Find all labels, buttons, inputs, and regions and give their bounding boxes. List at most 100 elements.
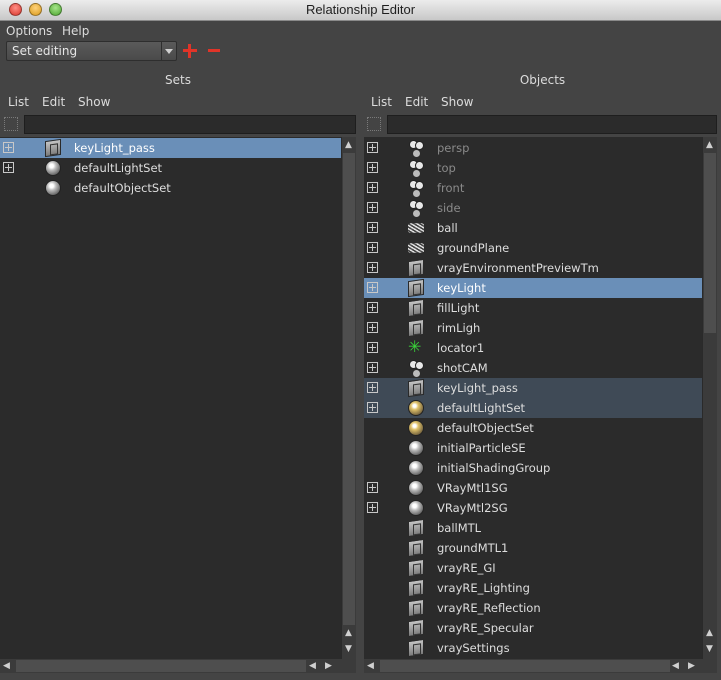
set-row[interactable]: defaultLightSet <box>0 158 341 178</box>
object-row[interactable]: defaultObjectSet <box>364 418 702 438</box>
object-row[interactable]: rimLigh <box>364 318 702 338</box>
scroll-up-icon[interactable]: ▲ <box>342 139 355 151</box>
set-icon <box>408 598 424 618</box>
sets-filter-icon[interactable] <box>4 117 18 131</box>
sphere-icon <box>45 180 61 196</box>
object-label: defaultObjectSet <box>437 421 534 435</box>
expand-icon[interactable] <box>367 502 378 513</box>
expand-icon[interactable] <box>367 402 378 413</box>
remove-set-button[interactable] <box>207 44 221 58</box>
expand-icon[interactable] <box>367 182 378 193</box>
object-row[interactable]: groundMTL1 <box>364 538 702 558</box>
object-row[interactable]: top <box>364 158 702 178</box>
scroll-left-icon[interactable]: ◀ <box>364 660 377 672</box>
object-row[interactable]: side <box>364 198 702 218</box>
object-label: ball <box>437 221 458 235</box>
object-label: front <box>437 181 465 195</box>
set-row[interactable]: keyLight_pass <box>0 138 341 158</box>
objects-menu-list[interactable]: List <box>371 95 392 109</box>
sphere-gold-icon <box>408 420 424 436</box>
sets-scroll-thumb[interactable] <box>343 153 355 625</box>
object-row[interactable]: defaultLightSet <box>364 398 702 418</box>
object-label: vrayRE_GI <box>437 561 496 575</box>
editor-mode-dropdown[interactable]: Set editing <box>6 41 177 61</box>
expand-icon[interactable] <box>367 202 378 213</box>
sphere-icon <box>408 460 424 476</box>
object-row[interactable]: front <box>364 178 702 198</box>
scroll-up-icon[interactable]: ▲ <box>342 627 355 639</box>
objects-list[interactable]: persp top front side ball groundPlane vrayEnvi… <box>364 137 702 659</box>
add-set-button[interactable] <box>183 44 197 58</box>
expand-icon[interactable] <box>3 162 14 173</box>
expand-icon[interactable] <box>367 362 378 373</box>
menu-options[interactable]: Options <box>6 24 52 38</box>
object-row[interactable]: groundPlane <box>364 238 702 258</box>
object-row[interactable]: VRayMtl1SG <box>364 478 702 498</box>
set-label: defaultLightSet <box>74 161 163 175</box>
object-row[interactable]: vrayEnvironmentPreviewTm <box>364 258 702 278</box>
expand-icon[interactable] <box>367 482 378 493</box>
object-row[interactable]: VRayMtl2SG <box>364 498 702 518</box>
expand-icon[interactable] <box>367 302 378 313</box>
scroll-left-icon[interactable]: ◀ <box>0 660 13 672</box>
objects-filter-input[interactable] <box>387 115 717 134</box>
sets-menu-list[interactable]: List <box>8 95 29 109</box>
object-row[interactable]: shotCAM <box>364 358 702 378</box>
expand-icon[interactable] <box>367 322 378 333</box>
scroll-right-icon[interactable]: ▶ <box>322 660 335 672</box>
object-row[interactable]: persp <box>364 138 702 158</box>
sets-list[interactable]: keyLight_pass defaultLightSet defaultObjec… <box>0 137 341 659</box>
camera-icon <box>408 200 424 216</box>
object-row[interactable]: fillLight <box>364 298 702 318</box>
panel-splitter[interactable] <box>356 137 364 673</box>
expand-icon[interactable] <box>367 342 378 353</box>
object-row[interactable]: keyLight_pass <box>364 378 702 398</box>
set-row[interactable]: defaultObjectSet <box>0 178 341 198</box>
scroll-up-icon[interactable]: ▲ <box>703 139 716 151</box>
set-label: defaultObjectSet <box>74 181 171 195</box>
scroll-left-icon[interactable]: ◀ <box>306 660 319 672</box>
objects-horizontal-scrollbar[interactable]: ◀ ◀ ▶ <box>364 659 717 673</box>
scroll-left-icon[interactable]: ◀ <box>669 660 682 672</box>
scroll-down-icon[interactable]: ▼ <box>342 643 355 655</box>
set-icon <box>408 578 424 598</box>
expand-icon[interactable] <box>367 282 378 293</box>
sets-filter-input[interactable] <box>24 115 356 134</box>
object-row[interactable]: keyLight <box>364 278 702 298</box>
objects-hscroll-thumb[interactable] <box>380 660 670 672</box>
objects-scroll-thumb[interactable] <box>704 153 716 333</box>
objects-panel-menu: List Edit Show <box>364 95 721 111</box>
object-row[interactable]: vrayRE_Reflection <box>364 598 702 618</box>
sets-menu-show[interactable]: Show <box>78 95 110 109</box>
sets-horizontal-scrollbar[interactable]: ◀ ◀ ▶ <box>0 659 356 673</box>
sets-vertical-scrollbar[interactable]: ▲ ▲ ▼ <box>341 137 356 659</box>
expand-icon[interactable] <box>367 242 378 253</box>
sets-hscroll-thumb[interactable] <box>16 660 306 672</box>
menu-help[interactable]: Help <box>62 24 89 38</box>
objects-filter-icon[interactable] <box>367 117 381 131</box>
object-row[interactable]: ball <box>364 218 702 238</box>
expand-icon[interactable] <box>367 222 378 233</box>
object-row[interactable]: locator1 <box>364 337 702 358</box>
chevron-down-icon[interactable] <box>161 42 176 60</box>
object-row[interactable]: vraySettings <box>364 638 702 658</box>
scroll-right-icon[interactable]: ▶ <box>685 660 698 672</box>
scroll-down-icon[interactable]: ▼ <box>703 643 716 655</box>
expand-icon[interactable] <box>367 162 378 173</box>
object-row[interactable]: initialParticleSE <box>364 438 702 458</box>
scroll-up-icon[interactable]: ▲ <box>703 627 716 639</box>
object-row[interactable]: vrayRE_Specular <box>364 618 702 638</box>
expand-icon[interactable] <box>367 142 378 153</box>
object-label: persp <box>437 141 470 155</box>
object-row[interactable]: vrayRE_GI <box>364 558 702 578</box>
objects-menu-edit[interactable]: Edit <box>405 95 428 109</box>
object-row[interactable]: ballMTL <box>364 518 702 538</box>
sets-menu-edit[interactable]: Edit <box>42 95 65 109</box>
expand-icon[interactable] <box>367 262 378 273</box>
expand-icon[interactable] <box>367 382 378 393</box>
expand-icon[interactable] <box>3 142 14 153</box>
object-row[interactable]: initialShadingGroup <box>364 458 702 478</box>
object-row[interactable]: vrayRE_Lighting <box>364 578 702 598</box>
objects-menu-show[interactable]: Show <box>441 95 473 109</box>
objects-vertical-scrollbar[interactable]: ▲ ▲ ▼ <box>702 137 717 659</box>
